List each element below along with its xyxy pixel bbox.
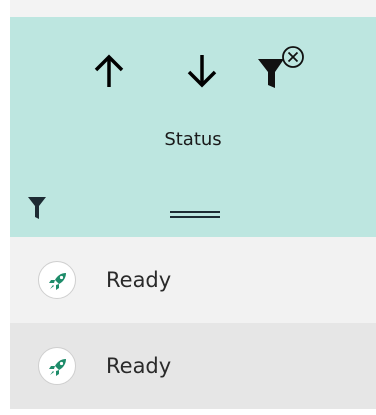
rocket-icon — [38, 261, 76, 299]
status-column: Status Ready Ready — [0, 0, 376, 415]
bottom-strip — [10, 409, 376, 415]
table-row[interactable]: Ready — [10, 323, 376, 409]
filter-icon — [28, 197, 46, 219]
sort-ascending-button[interactable] — [89, 49, 129, 93]
column-header: Status — [10, 17, 376, 237]
column-resize-handle[interactable] — [166, 206, 224, 218]
filter-clear-icon — [258, 46, 304, 88]
filter-button[interactable] — [24, 195, 50, 221]
sort-descending-button[interactable] — [182, 49, 222, 93]
top-strip — [10, 0, 376, 17]
row-status-label: Ready — [106, 268, 172, 292]
double-line-icon — [170, 211, 220, 218]
row-status-label: Ready — [106, 354, 172, 378]
arrow-down-icon — [187, 55, 217, 88]
clear-filter-button[interactable] — [256, 45, 304, 93]
table-row[interactable]: Ready — [10, 237, 376, 323]
column-title: Status — [164, 129, 222, 150]
rocket-icon — [38, 347, 76, 385]
arrow-up-icon — [94, 54, 124, 87]
